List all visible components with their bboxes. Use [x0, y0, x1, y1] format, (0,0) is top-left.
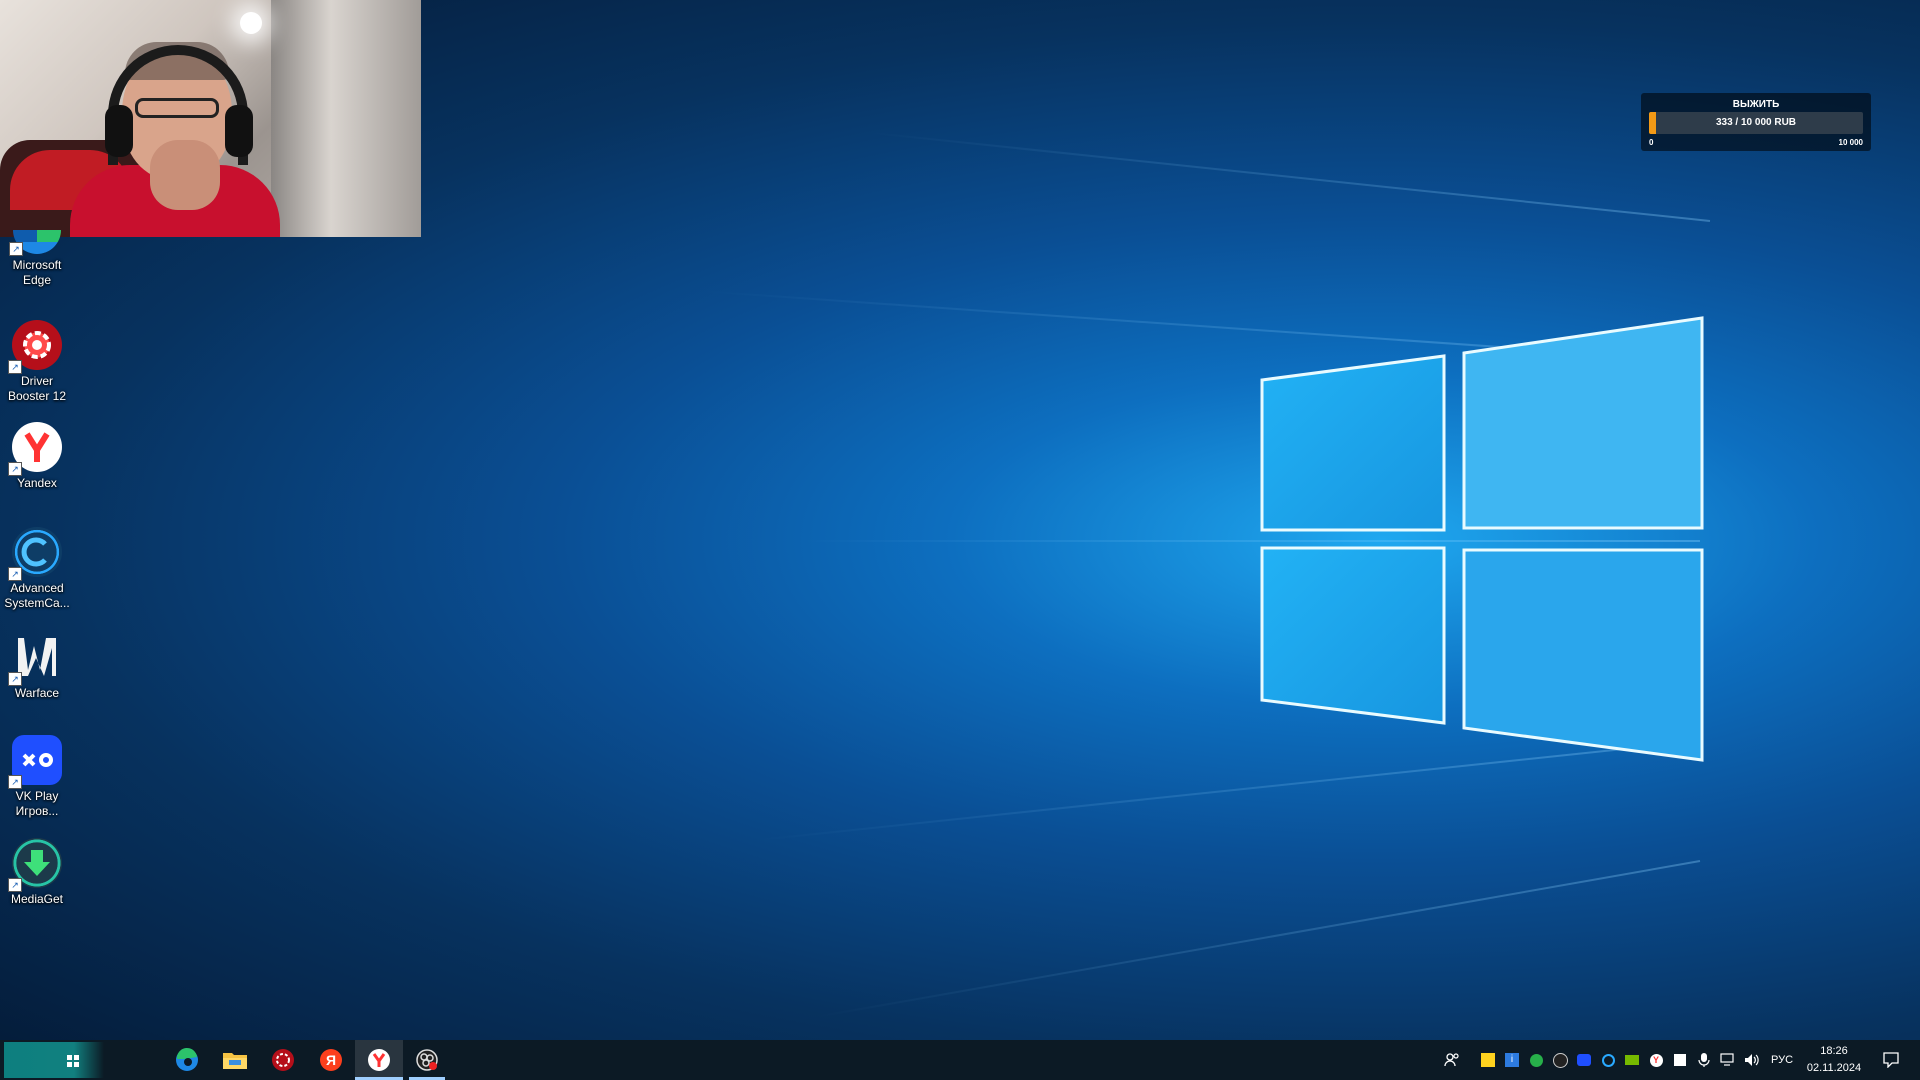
desktop-icon-label: VK Play Игров...: [15, 789, 59, 818]
light-beam: [864, 131, 1711, 222]
desktop-icon-label: MediaGet: [10, 892, 64, 906]
advanced-systemcare-icon: ↗: [8, 527, 62, 581]
tray-info-icon[interactable]: i: [1501, 1040, 1523, 1080]
donation-progress-bar: 333 / 10 000 RUB: [1649, 112, 1863, 134]
taskbar: Я i Y РУС 18:26 02.11.2024: [0, 1040, 1920, 1080]
driver-booster-icon: [272, 1049, 294, 1071]
tray-nvidia-icon[interactable]: [1621, 1040, 1643, 1080]
taskbar-edge[interactable]: [163, 1040, 211, 1080]
obs-icon: [416, 1049, 438, 1071]
desktop-icon-edge[interactable]: ↗ Microsoft Edge: [0, 230, 74, 288]
language-indicator[interactable]: РУС: [1768, 1040, 1796, 1080]
desktop-icon-label: Driver Booster 12: [7, 374, 67, 403]
task-view-icon: [67, 1055, 79, 1067]
light-beam: [813, 860, 1701, 1019]
edge-icon: ↗: [9, 230, 61, 256]
clock[interactable]: 18:26 02.11.2024: [1796, 1040, 1872, 1080]
taskbar-yandex-browser[interactable]: [355, 1040, 403, 1080]
logo-pane: [1462, 548, 1704, 762]
warface-icon: ↗: [8, 632, 62, 686]
windows-logo-wallpaper: [1260, 316, 1704, 762]
tray-security-icon[interactable]: [1669, 1040, 1691, 1080]
donation-goal-title: ВЫЖИТЬ: [1732, 99, 1780, 110]
donation-progress-text: 333 / 10 000 RUB: [1715, 117, 1797, 128]
desktop-icon-label: Warface: [14, 686, 60, 700]
desktop-icon-label: Microsoft Edge: [12, 258, 62, 287]
desktop-icon-warface[interactable]: ↗ Warface: [0, 632, 74, 701]
driver-booster-icon: ↗: [8, 320, 62, 374]
desktop-icon-driver-booster[interactable]: ↗ Driver Booster 12: [0, 320, 74, 404]
logo-pane: [1260, 546, 1446, 725]
microphone-icon[interactable]: [1693, 1040, 1715, 1080]
desktop-icon-label: Advanced SystemCa...: [4, 581, 70, 610]
taskbar-yandex[interactable]: Я: [307, 1040, 355, 1080]
start-button[interactable]: [4, 1042, 104, 1078]
taskbar-obs[interactable]: [403, 1040, 451, 1080]
volume-icon[interactable]: [1741, 1040, 1763, 1080]
yandex-browser-icon: ↗: [8, 422, 62, 476]
tray-green-app-icon[interactable]: [1525, 1040, 1547, 1080]
logo-pane: [1462, 316, 1704, 530]
donation-min-label: 0: [1649, 138, 1654, 147]
network-icon[interactable]: [1717, 1040, 1739, 1080]
file-explorer-icon: [223, 1053, 247, 1069]
tray-vk-play-icon[interactable]: [1573, 1040, 1595, 1080]
notification-center-button[interactable]: [1874, 1040, 1908, 1080]
vk-play-icon: ↗: [8, 735, 62, 789]
donation-max-label: 10 000: [1838, 138, 1863, 147]
desktop-icon-label: Yandex: [17, 476, 57, 490]
yandex-icon: Я: [320, 1049, 342, 1071]
notification-icon: [1883, 1052, 1899, 1068]
tray-yandex-icon[interactable]: Y: [1645, 1040, 1667, 1080]
clock-time: 18:26: [1820, 1045, 1848, 1057]
edge-icon: [176, 1047, 198, 1071]
tray-app-yellow-icon[interactable]: [1477, 1040, 1499, 1080]
mediaget-icon: ↗: [8, 838, 62, 892]
taskbar-file-explorer[interactable]: [211, 1040, 259, 1080]
desktop-icon-yandex[interactable]: ↗ Yandex: [0, 422, 74, 491]
yandex-browser-icon: [368, 1049, 390, 1071]
webcam-overlay: [0, 0, 421, 237]
tray-systemcare-icon[interactable]: [1597, 1040, 1619, 1080]
clock-date: 02.11.2024: [1806, 1062, 1862, 1074]
logo-pane: [1260, 354, 1446, 532]
desktop-icon-mediaget[interactable]: ↗ MediaGet: [0, 838, 74, 907]
donation-goal-widget: ВЫЖИТЬ 333 / 10 000 RUB 0 10 000: [1641, 93, 1871, 151]
desktop: ↗ Microsoft Edge ↗ Driver Booster 12 ↗ Y…: [0, 0, 1920, 1040]
tray-obs-icon[interactable]: [1549, 1040, 1571, 1080]
desktop-icon-vk-play[interactable]: ↗ VK Play Игров...: [0, 735, 74, 819]
taskbar-driver-booster[interactable]: [259, 1040, 307, 1080]
svg-text:Я: Я: [326, 1052, 336, 1068]
desktop-icon-advanced-systemcare[interactable]: ↗ Advanced SystemCa...: [0, 527, 74, 611]
people-icon[interactable]: [1441, 1040, 1463, 1080]
